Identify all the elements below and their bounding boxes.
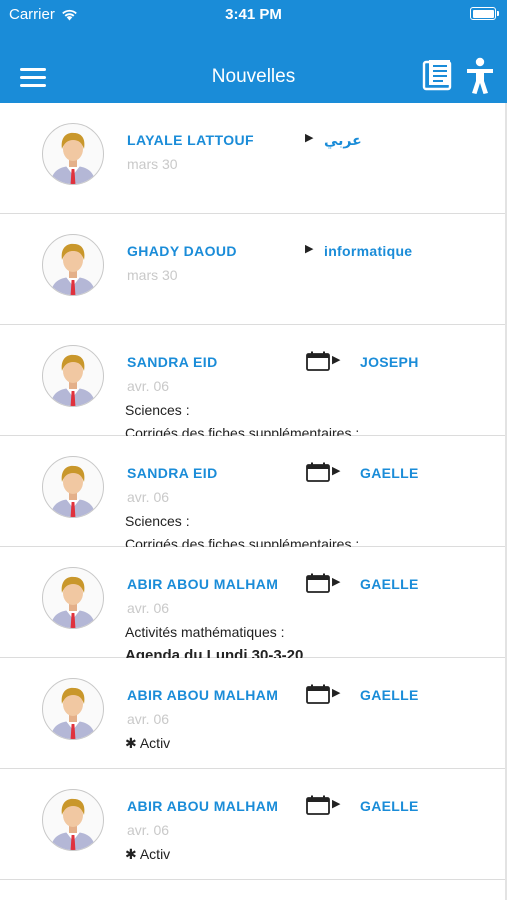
news-item[interactable]: SANDRA EID avr. 06 ▶ JOSEPH Sciences : C… xyxy=(0,325,505,441)
news-target: informatique xyxy=(324,243,413,259)
news-target: GAELLE xyxy=(360,687,419,703)
news-target: GAELLE xyxy=(360,576,419,592)
user-avatar-icon xyxy=(42,123,104,185)
news-target: عربي xyxy=(324,132,362,148)
news-target: GAELLE xyxy=(360,465,419,481)
news-item[interactable]: ABIR ABOU MALHAM avr. 06 ▶ GAELLE ✱ Acti… xyxy=(0,769,505,880)
news-date: mars 30 xyxy=(127,267,178,283)
accessibility-button[interactable] xyxy=(465,57,495,95)
news-text-line-1: Sciences : xyxy=(125,513,190,529)
calendar-icon xyxy=(306,573,330,593)
news-list[interactable]: LAYALE LATTOUF mars 30 ▶ عربي GHADY DAOU… xyxy=(0,103,507,900)
calendar-icon xyxy=(306,351,330,371)
calendar-icon xyxy=(306,795,330,815)
accessibility-icon xyxy=(467,57,493,94)
news-date: avr. 06 xyxy=(127,489,170,505)
news-date: avr. 06 xyxy=(127,378,170,394)
top-bar: Carrier 3:41 PM Nouvelles xyxy=(0,0,507,103)
play-arrow-icon: ▶ xyxy=(305,243,314,255)
calendar-icon xyxy=(306,462,330,482)
user-avatar-icon xyxy=(42,456,104,518)
news-item[interactable]: ABIR ABOU MALHAM avr. 06 ▶ GAELLE ✱ Acti… xyxy=(0,658,505,769)
news-item[interactable]: GHADY DAOUD mars 30 ▶ informatique xyxy=(0,214,505,325)
news-text-line-1: ✱ Activ xyxy=(125,735,171,751)
author-name: ABIR ABOU MALHAM xyxy=(127,576,279,592)
author-name: ABIR ABOU MALHAM xyxy=(127,798,279,814)
user-avatar-icon xyxy=(42,345,104,407)
author-name: LAYALE LATTOUF xyxy=(127,132,254,148)
news-item[interactable]: SANDRA EID avr. 06 ▶ GAELLE Sciences : C… xyxy=(0,436,505,552)
news-date: avr. 06 xyxy=(127,600,170,616)
user-avatar-icon xyxy=(42,234,104,296)
play-arrow-icon: ▶ xyxy=(332,354,341,366)
play-arrow-icon: ▶ xyxy=(332,687,341,699)
status-bar: Carrier 3:41 PM xyxy=(0,0,507,30)
news-text-line-1: Activités mathématiques : xyxy=(125,624,285,640)
news-date: avr. 06 xyxy=(127,711,170,727)
book-icon xyxy=(422,60,452,91)
news-text-line-1: ✱ Activ xyxy=(125,846,171,862)
author-name: SANDRA EID xyxy=(127,465,218,481)
author-name: ABIR ABOU MALHAM xyxy=(127,687,279,703)
play-arrow-icon: ▶ xyxy=(332,465,341,477)
book-button[interactable] xyxy=(421,58,455,92)
news-target: GAELLE xyxy=(360,798,419,814)
news-item[interactable]: LAYALE LATTOUF mars 30 ▶ عربي xyxy=(0,103,505,214)
user-avatar-icon xyxy=(42,567,104,629)
news-item[interactable]: ABIR ABOU MALHAM avr. 06 ▶ GAELLE Activi… xyxy=(0,547,505,664)
calendar-icon xyxy=(306,684,330,704)
news-date: avr. 06 xyxy=(127,822,170,838)
battery-icon xyxy=(470,7,499,20)
play-arrow-icon: ▶ xyxy=(332,576,341,588)
news-date: mars 30 xyxy=(127,156,178,172)
user-avatar-icon xyxy=(42,678,104,740)
news-target: JOSEPH xyxy=(360,354,419,370)
author-name: SANDRA EID xyxy=(127,354,218,370)
play-arrow-icon: ▶ xyxy=(305,132,314,144)
status-time: 3:41 PM xyxy=(225,6,282,23)
play-arrow-icon: ▶ xyxy=(332,798,341,810)
user-avatar-icon xyxy=(42,789,104,851)
news-text-line-1: Sciences : xyxy=(125,402,190,418)
author-name: GHADY DAOUD xyxy=(127,243,237,259)
